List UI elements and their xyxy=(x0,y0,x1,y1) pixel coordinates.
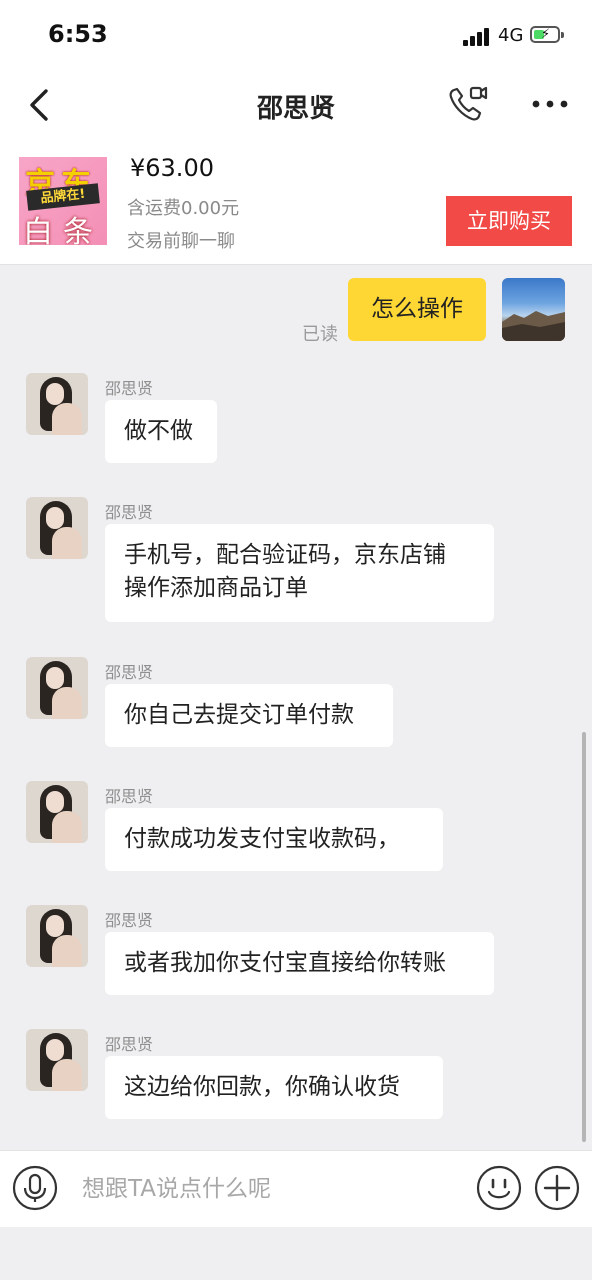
contact-avatar[interactable] xyxy=(26,781,88,843)
message-line: 做不做 xyxy=(124,418,193,444)
sender-name: 邵思贤 xyxy=(105,503,154,522)
chat-area[interactable]: 已读 怎么操作 邵思贤 做不做 邵思贤 手机号，配合验证码，京东店铺 操作添加商… xyxy=(0,265,592,1150)
thumb-text-bottom: 白条 xyxy=(23,215,103,245)
microphone-icon[interactable] xyxy=(12,1165,58,1211)
input-bar xyxy=(0,1150,592,1227)
incoming-bubble[interactable]: 手机号，配合验证码，京东店铺 操作添加商品订单 xyxy=(105,524,494,622)
plus-circle-icon[interactable] xyxy=(534,1165,580,1211)
contact-avatar[interactable] xyxy=(26,1029,88,1091)
message-input[interactable] xyxy=(70,1167,484,1211)
sender-name: 邵思贤 xyxy=(105,663,154,682)
my-avatar[interactable] xyxy=(502,278,565,341)
contact-avatar[interactable] xyxy=(26,497,88,559)
phone-video-icon[interactable] xyxy=(446,84,488,124)
signal-icon xyxy=(463,28,491,46)
scrollbar[interactable] xyxy=(582,732,586,1142)
buy-now-button[interactable]: 立即购买 xyxy=(446,196,572,246)
product-shipping: 含运费0.00元 xyxy=(127,198,240,219)
incoming-bubble[interactable]: 这边给你回款，你确认收货 xyxy=(105,1056,443,1119)
nav-bar: 邵思贤 xyxy=(0,70,592,140)
outgoing-bubble[interactable]: 怎么操作 xyxy=(348,278,486,341)
message-line: 付款成功发支付宝收款码， xyxy=(124,826,400,852)
message-line: 你自己去提交订单付款 xyxy=(124,702,354,728)
sender-name: 邵思贤 xyxy=(105,1035,154,1054)
contact-avatar[interactable] xyxy=(26,373,88,435)
incoming-bubble[interactable]: 或者我加你支付宝直接给你转账 xyxy=(105,932,494,995)
incoming-bubble[interactable]: 你自己去提交订单付款 xyxy=(105,684,393,747)
product-thumbnail[interactable]: 京东 品牌在! 白条 xyxy=(19,157,107,245)
smiley-icon[interactable] xyxy=(476,1165,522,1211)
sender-name: 邵思贤 xyxy=(105,911,154,930)
incoming-bubble[interactable]: 付款成功发支付宝收款码， xyxy=(105,808,443,871)
incoming-bubble[interactable]: 做不做 xyxy=(105,400,217,463)
product-note: 交易前聊一聊 xyxy=(127,231,235,252)
message-line: 操作添加商品订单 xyxy=(124,575,308,601)
more-dots-icon[interactable] xyxy=(530,94,570,114)
network-type: 4G xyxy=(498,25,524,46)
product-card[interactable]: 京东 品牌在! 白条 ¥63.00 含运费0.00元 交易前聊一聊 立即购买 xyxy=(0,140,592,265)
battery-icon: ⚡ xyxy=(530,26,564,43)
message-line: 或者我加你支付宝直接给你转账 xyxy=(124,950,446,976)
sender-name: 邵思贤 xyxy=(105,787,154,806)
page-title: 邵思贤 xyxy=(256,94,335,124)
read-status: 已读 xyxy=(302,324,338,345)
message-line: 这边给你回款，你确认收货 xyxy=(124,1074,400,1100)
contact-avatar[interactable] xyxy=(26,905,88,967)
sender-name: 邵思贤 xyxy=(105,379,154,398)
contact-avatar[interactable] xyxy=(26,657,88,719)
product-price: ¥63.00 xyxy=(130,154,214,182)
status-bar: 6:53 4G ⚡ xyxy=(0,0,592,70)
message-line: 手机号，配合验证码，京东店铺 xyxy=(124,542,446,568)
status-time: 6:53 xyxy=(48,20,108,48)
